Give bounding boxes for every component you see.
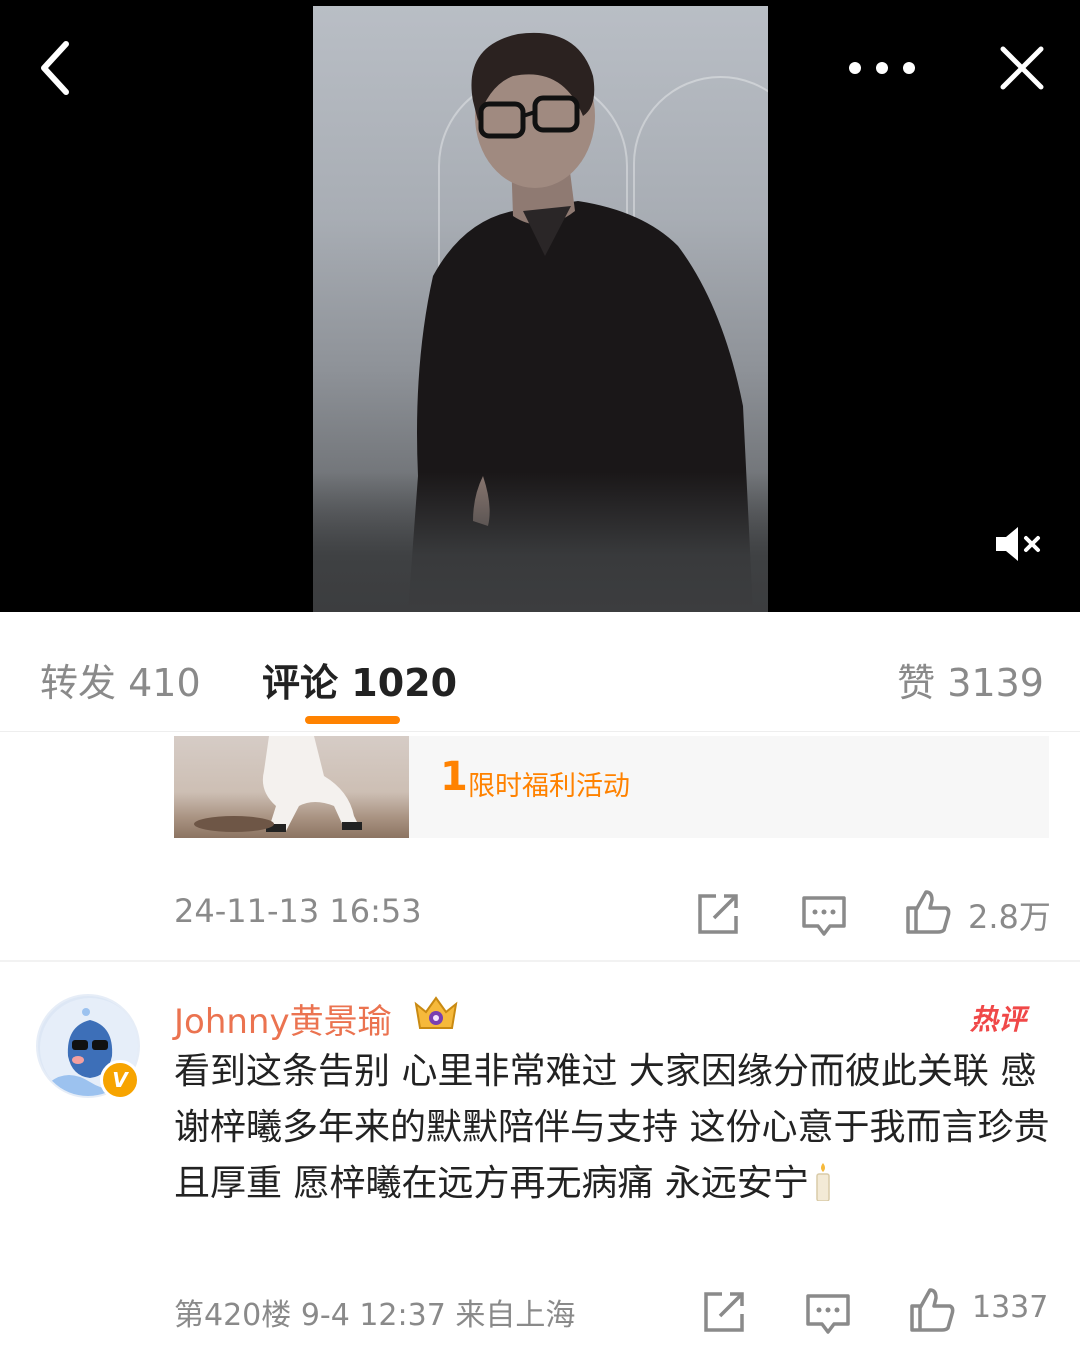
promo-thumbnail bbox=[174, 736, 409, 838]
tab-comment-label: 评论 bbox=[262, 661, 339, 705]
comment-like-icon[interactable] bbox=[908, 1286, 956, 1334]
promo-card[interactable]: 1 限时福利活动 bbox=[174, 736, 1049, 838]
comment-text: 看到这条告别 心里非常难过 大家因缘分而彼此关联 感谢梓曦多年来的默默陪伴与支持… bbox=[174, 1044, 1054, 1212]
comment-share-icon[interactable] bbox=[700, 1288, 748, 1336]
comment-icon[interactable] bbox=[800, 892, 848, 940]
comment-time: 9-4 12:37 bbox=[300, 1298, 446, 1333]
close-button[interactable] bbox=[986, 32, 1058, 104]
back-button[interactable] bbox=[20, 32, 92, 104]
crown-badge-icon bbox=[414, 996, 458, 1029]
comment-meta: 第420楼 9-4 12:37 来自上海 bbox=[174, 1290, 575, 1334]
comment-reply-icon[interactable] bbox=[804, 1290, 852, 1338]
tab-repost-count: 410 bbox=[128, 661, 201, 705]
floor-fog bbox=[313, 472, 768, 612]
comment-author[interactable]: Johnny黄景瑜 bbox=[174, 994, 392, 1043]
close-icon bbox=[1000, 46, 1044, 90]
post-like-count: 2.8万 bbox=[968, 898, 1051, 936]
tab-comment-count: 1020 bbox=[351, 661, 458, 705]
tab-like-count: 3139 bbox=[947, 661, 1044, 705]
share-icon[interactable] bbox=[694, 890, 742, 938]
tab-like-label: 赞 bbox=[897, 661, 936, 705]
comment-like-count: 1337 bbox=[972, 1290, 1049, 1325]
tab-like[interactable]: 赞 3139 bbox=[897, 652, 1044, 707]
more-button[interactable] bbox=[846, 32, 918, 104]
tab-repost-label: 转发 bbox=[40, 661, 117, 705]
promo-text: 限时福利活动 bbox=[468, 771, 630, 802]
comment-body: 看到这条告别 心里非常难过 大家因缘分而彼此关联 感谢梓曦多年来的默默陪伴与支持… bbox=[174, 1051, 1050, 1204]
tab-repost[interactable]: 转发 410 bbox=[40, 652, 201, 707]
hot-comment-badge: 热评 bbox=[970, 1003, 1027, 1036]
promo-rank: 1 bbox=[440, 754, 468, 800]
post-timestamp: 24-11-13 16:53 bbox=[174, 892, 422, 930]
mute-icon bbox=[996, 527, 1040, 561]
candle-icon bbox=[815, 1162, 831, 1202]
video-player[interactable] bbox=[0, 0, 1080, 612]
promo-thumbnail-image bbox=[194, 736, 362, 832]
tab-bar: 转发 410 评论 1020 赞 3139 bbox=[0, 612, 1080, 732]
tab-comment[interactable]: 评论 1020 bbox=[262, 652, 457, 707]
verified-badge: V bbox=[100, 1060, 140, 1100]
more-dots-icon bbox=[849, 62, 915, 74]
mute-button[interactable] bbox=[990, 516, 1050, 572]
back-arrow-icon bbox=[41, 41, 69, 95]
video-frame[interactable] bbox=[313, 6, 768, 612]
active-tab-indicator bbox=[305, 716, 400, 724]
comment-floor: 第420楼 bbox=[174, 1298, 292, 1333]
like-icon[interactable] bbox=[904, 888, 952, 936]
comment-location: 来自上海 bbox=[455, 1298, 576, 1333]
divider bbox=[0, 960, 1080, 962]
